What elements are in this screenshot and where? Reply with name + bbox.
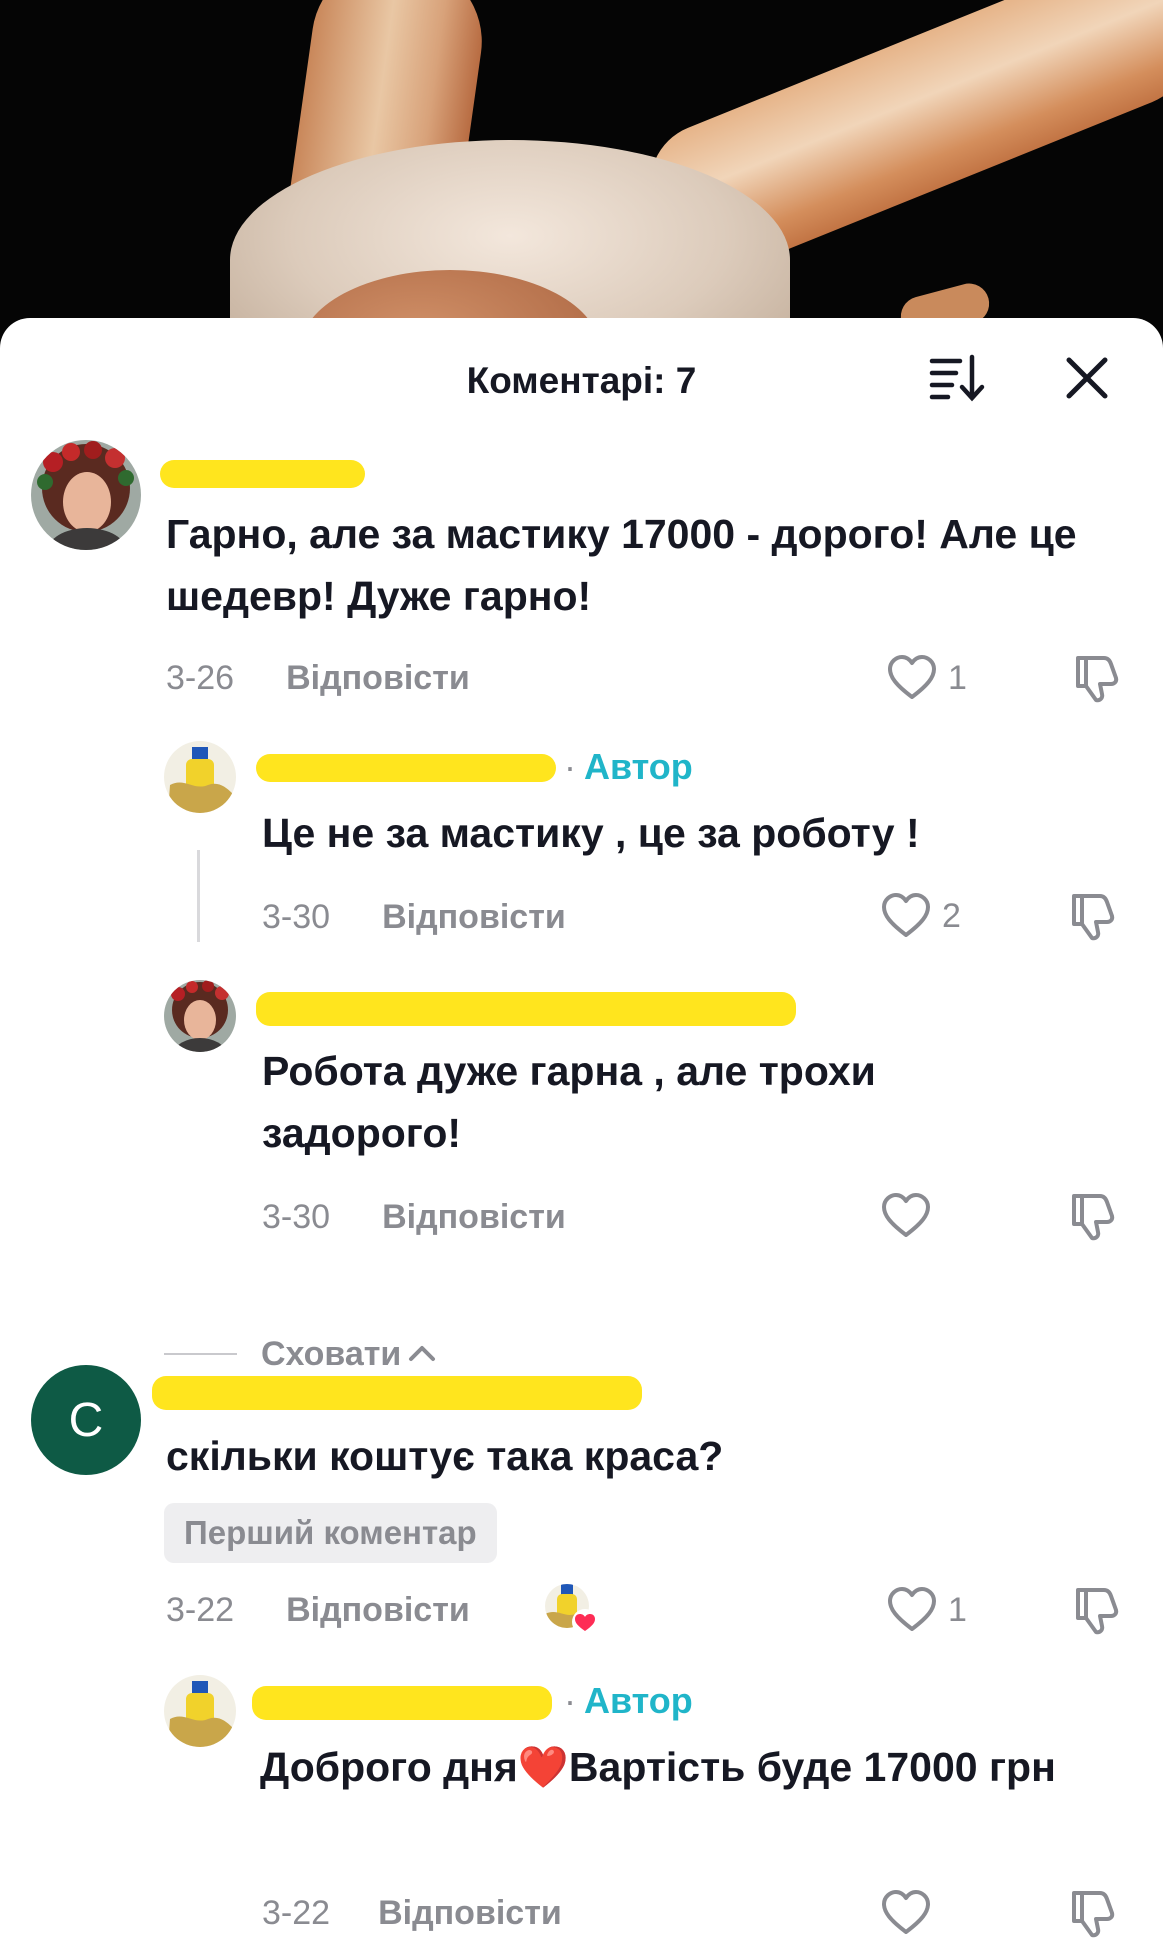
divider xyxy=(164,1353,237,1355)
username-redacted[interactable] xyxy=(252,1680,558,1724)
comment-date: 3-30 xyxy=(262,1197,331,1236)
username-redacted[interactable] xyxy=(256,746,562,790)
comment-text: Доброго дня❤️Вартість буде 17000 грн xyxy=(260,1744,1056,1790)
avatar[interactable] xyxy=(164,980,236,1052)
avatar[interactable] xyxy=(164,741,236,813)
like-button[interactable] xyxy=(880,1186,942,1246)
username-redacted[interactable] xyxy=(256,986,802,1030)
like-button[interactable]: 1 xyxy=(886,1580,967,1640)
like-button[interactable]: 2 xyxy=(880,886,961,946)
reply-button[interactable]: Відповісти xyxy=(286,1591,470,1630)
comment-date: 3-22 xyxy=(262,1893,331,1932)
comment-text: скільки коштує така краса? xyxy=(166,1433,724,1479)
redaction-mark xyxy=(256,754,556,782)
avatar[interactable] xyxy=(31,440,141,550)
like-count: 2 xyxy=(942,896,961,935)
comment-meta: 3-22 Відповісти xyxy=(166,1585,470,1635)
comments-title: Коментарі: 7 xyxy=(466,360,697,401)
comment-text: Гарно, але за мастику 17000 - дорого! Ал… xyxy=(166,511,1077,619)
author-liked-icon xyxy=(543,1582,599,1638)
chevron-up-icon xyxy=(409,1346,436,1361)
comment-date: 3-22 xyxy=(166,1590,235,1629)
avatar[interactable] xyxy=(164,1675,236,1747)
redaction-mark xyxy=(160,460,365,488)
comment-meta: 3-26 Відповісти xyxy=(166,653,470,703)
redaction-mark xyxy=(252,1686,552,1720)
reply-button[interactable]: Відповісти xyxy=(382,1198,566,1237)
heart-icon xyxy=(882,893,930,937)
video-background xyxy=(0,0,1163,360)
dislike-icon[interactable] xyxy=(1064,1885,1120,1941)
first-comment-badge: Перший коментар xyxy=(164,1503,497,1563)
redaction-mark xyxy=(256,992,796,1026)
reply-button[interactable]: Відповісти xyxy=(378,1894,562,1933)
avatar-letter: С xyxy=(68,1393,104,1447)
username-redacted[interactable] xyxy=(152,1370,648,1414)
username-redacted[interactable] xyxy=(160,446,376,490)
like-button[interactable]: 1 xyxy=(886,648,967,708)
dislike-icon[interactable] xyxy=(1064,888,1120,944)
author-badge: · Автор xyxy=(564,1680,693,1721)
reply-button[interactable]: Відповісти xyxy=(286,659,470,698)
comment-text: Робота дуже гарна , але трохи задорого! xyxy=(262,1048,876,1156)
comment-date: 3-30 xyxy=(262,897,331,936)
thread-line xyxy=(197,850,200,942)
heart-icon xyxy=(882,1193,930,1237)
heart-icon xyxy=(888,1587,936,1631)
comments-sheet: Коментарі: 7 Гарно, але за мастику 17000… xyxy=(0,318,1163,1946)
like-count: 1 xyxy=(948,658,967,697)
comment-meta: 3-22 Відповісти xyxy=(262,1888,562,1938)
dislike-icon[interactable] xyxy=(1068,650,1124,706)
dislike-icon[interactable] xyxy=(1068,1582,1124,1638)
comment-meta: 3-30 Відповісти xyxy=(262,1192,566,1242)
hide-replies-label: Сховати xyxy=(261,1334,402,1373)
comment-date: 3-26 xyxy=(166,658,235,697)
comments-header: Коментарі: 7 xyxy=(0,318,1163,428)
like-count: 1 xyxy=(948,1590,967,1629)
redaction-mark xyxy=(152,1376,642,1410)
author-badge: · Автор xyxy=(564,746,693,787)
dislike-icon[interactable] xyxy=(1064,1188,1120,1244)
sort-icon[interactable] xyxy=(928,353,986,403)
reply-button[interactable]: Відповісти xyxy=(382,898,566,937)
comment-text: Це не за мастику , це за роботу ! xyxy=(262,810,920,856)
comment-meta: 3-30 Відповісти xyxy=(262,892,566,942)
heart-icon xyxy=(888,655,936,699)
like-button[interactable] xyxy=(880,1883,942,1943)
avatar[interactable]: С xyxy=(31,1365,141,1475)
close-icon[interactable] xyxy=(1062,353,1112,403)
heart-icon xyxy=(882,1890,930,1934)
